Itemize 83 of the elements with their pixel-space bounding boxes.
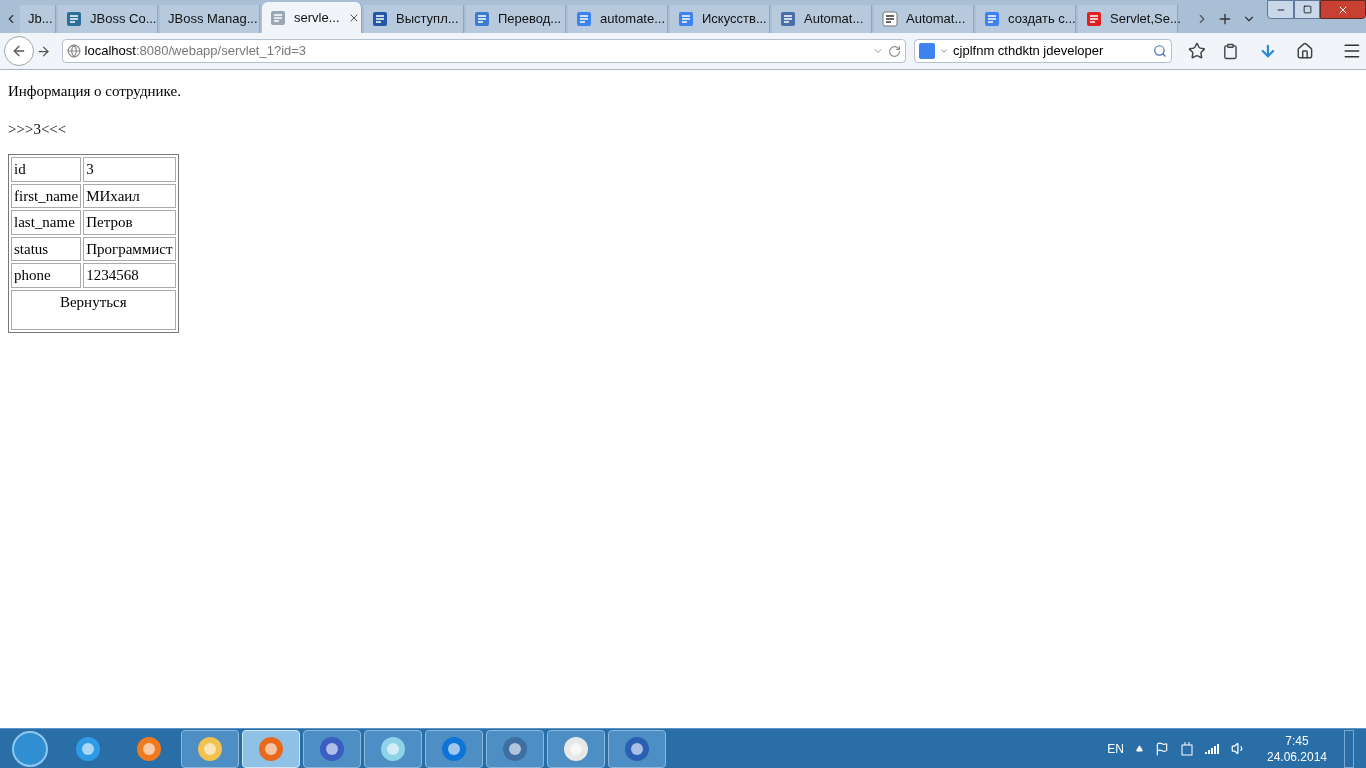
tab-title: servle... (294, 8, 340, 27)
tab-title: Automat... (804, 10, 864, 29)
browser-tab[interactable]: Перевод... (466, 5, 566, 33)
browser-tab[interactable]: JBoss Manag... (160, 5, 260, 33)
back-link[interactable]: Вернуться (59, 293, 127, 310)
tab-title: Перевод... (498, 10, 562, 29)
search-icon[interactable] (1152, 44, 1167, 58)
clipboard-icon[interactable] (1221, 42, 1239, 60)
field-value-cell: Петров (83, 210, 176, 235)
clock-date: 24.06.2014 (1266, 748, 1328, 765)
clock-time: 7:45 (1285, 732, 1309, 749)
browser-tab[interactable]: JBoss Co... (58, 5, 158, 33)
site-icon (882, 11, 898, 27)
back-button[interactable] (4, 36, 34, 66)
site-icon (678, 11, 694, 27)
taskbar-app[interactable] (425, 729, 483, 768)
search-engine-icon (919, 43, 936, 59)
taskbar-app[interactable] (364, 729, 422, 768)
site-icon (780, 11, 796, 27)
tab-title: Выступл... (396, 10, 459, 29)
globe-icon (66, 44, 81, 58)
tab-title: Jb... (28, 10, 53, 29)
forward-arrow-icon (36, 43, 52, 59)
site-icon (372, 11, 388, 27)
taskbar-app[interactable] (303, 729, 361, 768)
language-indicator[interactable]: EN (1107, 739, 1124, 758)
clock[interactable]: 7:45 24.06.2014 (1266, 732, 1328, 765)
signal-icon[interactable] (1205, 742, 1219, 755)
taskbar-app[interactable] (486, 729, 544, 768)
url-text: localhost:8080/webapp/servlet_1?id=3 (84, 42, 307, 61)
site-icon (984, 11, 1000, 27)
maximize-button[interactable] (1294, 0, 1320, 19)
menu-icon[interactable] (1342, 41, 1362, 61)
tab-title: automate... (600, 10, 666, 29)
minimize-button[interactable] (1267, 0, 1294, 19)
browser-tab[interactable]: Искусств... (670, 5, 770, 33)
tab-title: Искусств... (702, 10, 767, 29)
site-icon (576, 11, 592, 27)
show-hidden-icons-icon[interactable] (1136, 745, 1143, 752)
field-name-cell: phone (11, 263, 82, 288)
maximize-icon (1302, 5, 1312, 14)
id-marker-text: >>>3<<< (8, 119, 68, 139)
taskbar-app[interactable] (547, 729, 605, 768)
field-name-cell: last_name (11, 210, 82, 235)
browser-tab[interactable]: Automat... (772, 5, 872, 33)
search-field[interactable]: cjplfnm cthdktn jdeveloper (914, 39, 1172, 63)
tab-title: создать с... (1008, 10, 1076, 29)
field-value-cell: 1234568 (83, 263, 176, 288)
tab-title: Automat... (906, 10, 966, 29)
field-value-cell: Программист (83, 236, 176, 261)
field-value-cell: МИхаил (83, 183, 176, 208)
browser-tab[interactable]: Jb... (20, 5, 56, 33)
browser-tab[interactable]: Выступл... (364, 5, 464, 33)
browser-tab[interactable]: создать с... (976, 5, 1076, 33)
taskbar-app[interactable] (608, 729, 666, 768)
browser-tab[interactable]: automate... (568, 5, 668, 33)
field-name-cell: status (11, 236, 82, 261)
close-button[interactable] (1320, 0, 1366, 19)
browser-tab[interactable]: servle... (262, 2, 362, 33)
field-value-cell: 3 (83, 157, 176, 182)
site-icon (1086, 11, 1102, 27)
dropdown-icon[interactable] (939, 46, 950, 56)
start-button[interactable] (12, 730, 48, 767)
bookmark-star-icon[interactable] (1187, 42, 1206, 60)
address-field[interactable]: localhost:8080/webapp/servlet_1?id=3 (61, 39, 907, 63)
field-name-cell: id (11, 157, 82, 182)
browser-tab[interactable]: Automat... (874, 5, 974, 33)
site-icon (474, 11, 490, 27)
tab-title: Servlet,Se... (1110, 10, 1181, 29)
tab-title: JBoss Manag... (168, 10, 258, 29)
flag-icon[interactable] (1155, 741, 1169, 756)
browser-tab[interactable]: Servlet,Se... (1078, 5, 1178, 33)
home-icon[interactable] (1296, 42, 1315, 60)
tab-title: JBoss Co... (90, 10, 157, 29)
plus-icon (1217, 11, 1233, 27)
field-name-cell: first_name (11, 183, 82, 208)
search-text: cjplfnm cthdktn jdeveloper (953, 42, 1104, 61)
site-icon (66, 11, 82, 27)
site-icon (270, 9, 286, 26)
reload-icon[interactable] (888, 44, 902, 58)
show-desktop-button[interactable] (1344, 729, 1354, 768)
taskbar-app[interactable] (181, 729, 239, 768)
page-heading: Информация о сотруднике. (8, 82, 182, 101)
